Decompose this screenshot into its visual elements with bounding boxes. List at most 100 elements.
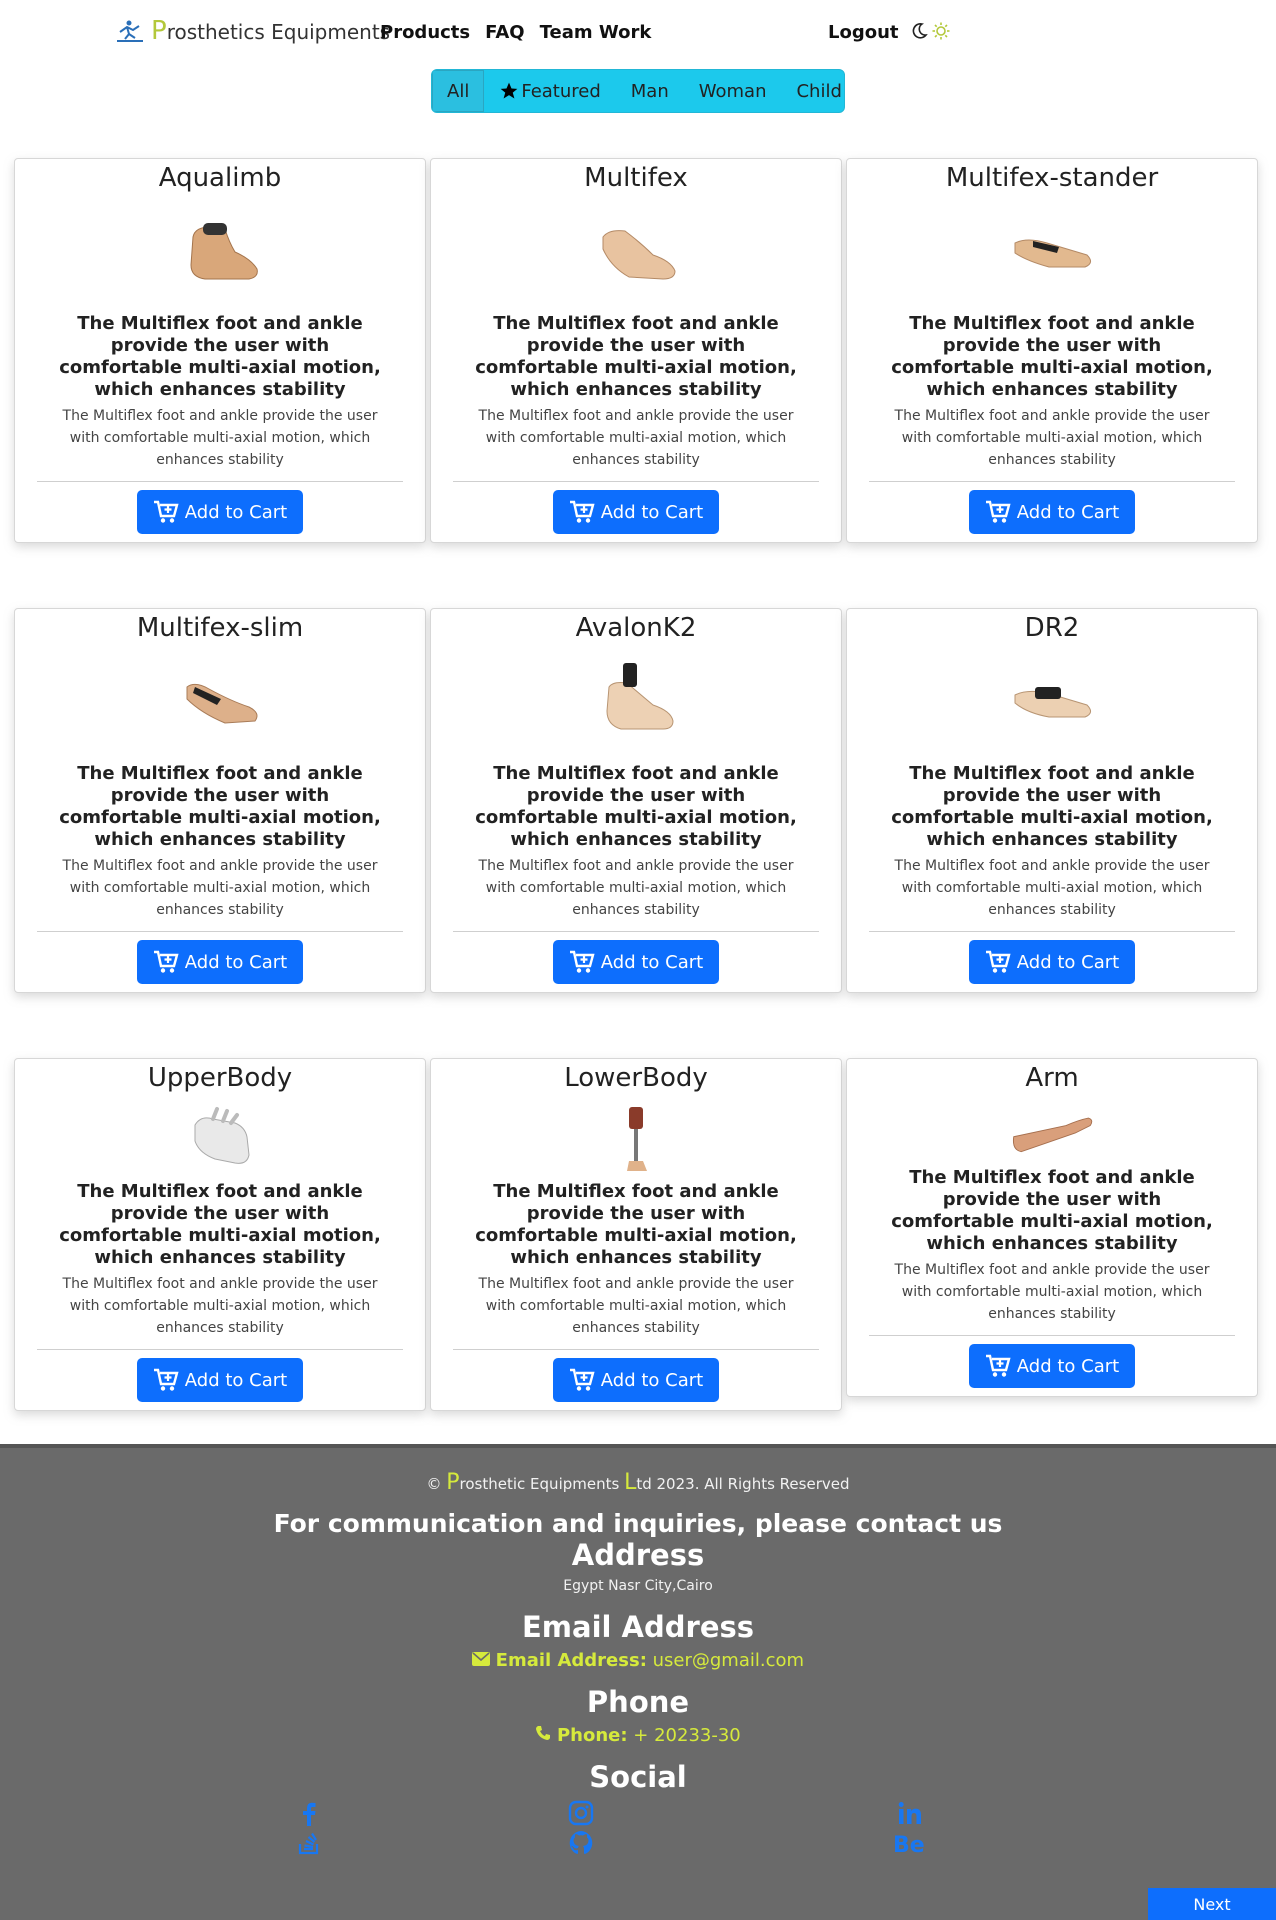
product-title: Multifex — [584, 163, 688, 193]
copyright-initial-p: P — [446, 1470, 460, 1495]
instagram-icon[interactable] — [568, 1800, 594, 1826]
divider — [37, 481, 403, 482]
product-card: Arm The Multiflex foot and ankle provide… — [846, 1058, 1258, 1397]
prosthetic-leg-image — [627, 1107, 647, 1171]
prosthetic-hand-image — [194, 1107, 250, 1164]
cart-plus-icon — [153, 500, 179, 523]
footer: © Prosthetic Equipments Ltd 2023. All Ri… — [0, 1444, 1276, 1920]
sun-icon[interactable] — [932, 22, 950, 40]
divider — [37, 931, 403, 932]
logout-link[interactable]: Logout — [828, 22, 899, 43]
cart-plus-icon — [985, 950, 1011, 973]
brand-text: rosthetics Equipments — [166, 20, 391, 44]
add-to-cart-label: Add to Cart — [600, 501, 704, 523]
product-card: Multifex The Multiflex foot and ankle pr… — [430, 158, 842, 543]
product-description: The Multiflex foot and ankle provide the… — [894, 408, 1210, 468]
divider — [869, 931, 1235, 932]
add-to-cart-button[interactable]: Add to Cart — [552, 490, 720, 534]
product-card: LowerBody The Multiflex foot and ankle p… — [430, 1058, 842, 1411]
copyright-end: td 2023. All Rights Reserved — [636, 1475, 850, 1493]
prosthetics-logo-icon — [117, 20, 143, 42]
add-to-cart-button[interactable]: Add to Cart — [968, 1344, 1136, 1388]
add-to-cart-button[interactable]: Add to Cart — [136, 940, 304, 984]
phone-value[interactable]: + 20233-30 — [633, 1725, 740, 1746]
product-title: Aqualimb — [158, 163, 282, 193]
product-summary: The Multiflex foot and ankle provide the… — [59, 313, 381, 400]
divider — [37, 1349, 403, 1350]
phone-line[interactable]: Phone: + 20233-30 — [0, 1725, 1276, 1746]
filter-all-label: All — [447, 80, 470, 102]
add-to-cart-label: Add to Cart — [1016, 951, 1120, 973]
divider — [453, 481, 819, 482]
filter-man[interactable]: Man — [616, 70, 684, 112]
product-card: DR2 The Multiflex foot and ankle provide… — [846, 608, 1258, 993]
add-to-cart-label: Add to Cart — [1016, 1355, 1120, 1377]
copyright-text: rosthetic Equipments — [459, 1475, 625, 1493]
navbar: Prosthetics Equipments Products FAQ Team… — [0, 0, 1276, 68]
social-links: Be — [0, 1794, 1276, 1864]
prosthetic-foot-image — [606, 663, 674, 730]
linkedin-icon[interactable] — [897, 1800, 923, 1826]
add-to-cart-label: Add to Cart — [1016, 501, 1120, 523]
prosthetic-foot-image — [190, 223, 258, 280]
product-summary: The Multiflex foot and ankle provide the… — [891, 1167, 1213, 1254]
add-to-cart-button[interactable]: Add to Cart — [968, 490, 1136, 534]
filter-featured-label: Featured — [521, 80, 601, 102]
product-title: Arm — [1025, 1063, 1079, 1093]
product-card: Multifex-stander The Multiflex foot and … — [846, 158, 1258, 543]
product-description: The Multiflex foot and ankle provide the… — [894, 1262, 1210, 1322]
product-description: The Multiflex foot and ankle provide the… — [62, 408, 378, 468]
brand[interactable]: Prosthetics Equipments — [115, 18, 390, 44]
filter-child-label: Child — [796, 80, 842, 102]
filter-woman-label: Woman — [698, 80, 767, 102]
product-description: The Multiflex foot and ankle provide the… — [478, 408, 794, 468]
theme-toggle[interactable] — [910, 22, 950, 40]
filter-woman[interactable]: Woman — [684, 70, 782, 112]
product-title: Multifex-slim — [136, 613, 304, 643]
stack-overflow-icon[interactable] — [296, 1830, 322, 1856]
nav-faq[interactable]: FAQ — [485, 22, 524, 43]
contact-heading: For communication and inquiries, please … — [273, 1509, 1003, 1538]
add-to-cart-button[interactable]: Add to Cart — [552, 1358, 720, 1402]
add-to-cart-label: Add to Cart — [600, 951, 704, 973]
product-title: LowerBody — [564, 1063, 708, 1093]
email-label: Email Address: — [495, 1650, 647, 1671]
email-line[interactable]: Email Address: user@gmail.com — [0, 1650, 1276, 1671]
github-icon[interactable] — [568, 1830, 594, 1856]
cart-plus-icon — [569, 500, 595, 523]
prosthetic-arm-image — [1012, 1117, 1093, 1153]
email-value[interactable]: user@gmail.com — [653, 1650, 804, 1671]
product-card: Aqualimb The Multiflex foot and ankle pr… — [14, 158, 426, 543]
product-description: The Multiflex foot and ankle provide the… — [478, 1276, 794, 1336]
filter-child[interactable]: Child — [781, 70, 844, 112]
product-card: UpperBody The Multiflex foot and ankle p… — [14, 1058, 426, 1411]
cart-plus-icon — [569, 950, 595, 973]
prosthetic-foot-image — [1014, 687, 1091, 718]
product-title: Multifex-stander — [945, 163, 1159, 193]
add-to-cart-button[interactable]: Add to Cart — [968, 940, 1136, 984]
product-description: The Multiflex foot and ankle provide the… — [62, 1276, 378, 1336]
next-button[interactable]: Next — [1148, 1888, 1276, 1920]
cart-plus-icon — [985, 500, 1011, 523]
product-description: The Multiflex foot and ankle provide the… — [478, 858, 794, 918]
nav-team-work[interactable]: Team Work — [540, 22, 652, 43]
product-description: The Multiflex foot and ankle provide the… — [62, 858, 378, 918]
cart-plus-icon — [569, 1368, 595, 1391]
nav-products[interactable]: Products — [380, 22, 470, 43]
product-summary: The Multiflex foot and ankle provide the… — [59, 763, 381, 850]
product-description: The Multiflex foot and ankle provide the… — [894, 858, 1210, 918]
behance-icon[interactable]: Be — [893, 1830, 927, 1856]
phone-heading: Phone — [586, 1685, 690, 1719]
add-to-cart-button[interactable]: Add to Cart — [136, 1358, 304, 1402]
facebook-icon[interactable] — [296, 1800, 322, 1826]
product-title: DR2 — [1024, 613, 1080, 643]
cart-plus-icon — [153, 950, 179, 973]
add-to-cart-button[interactable]: Add to Cart — [552, 940, 720, 984]
divider — [869, 481, 1235, 482]
add-to-cart-button[interactable]: Add to Cart — [136, 490, 304, 534]
prosthetic-foot-image — [186, 683, 258, 724]
filter-all[interactable]: All — [432, 70, 485, 112]
phone-icon — [536, 1726, 551, 1740]
filter-featured[interactable]: Featured — [484, 70, 615, 112]
moon-icon[interactable] — [910, 22, 928, 40]
